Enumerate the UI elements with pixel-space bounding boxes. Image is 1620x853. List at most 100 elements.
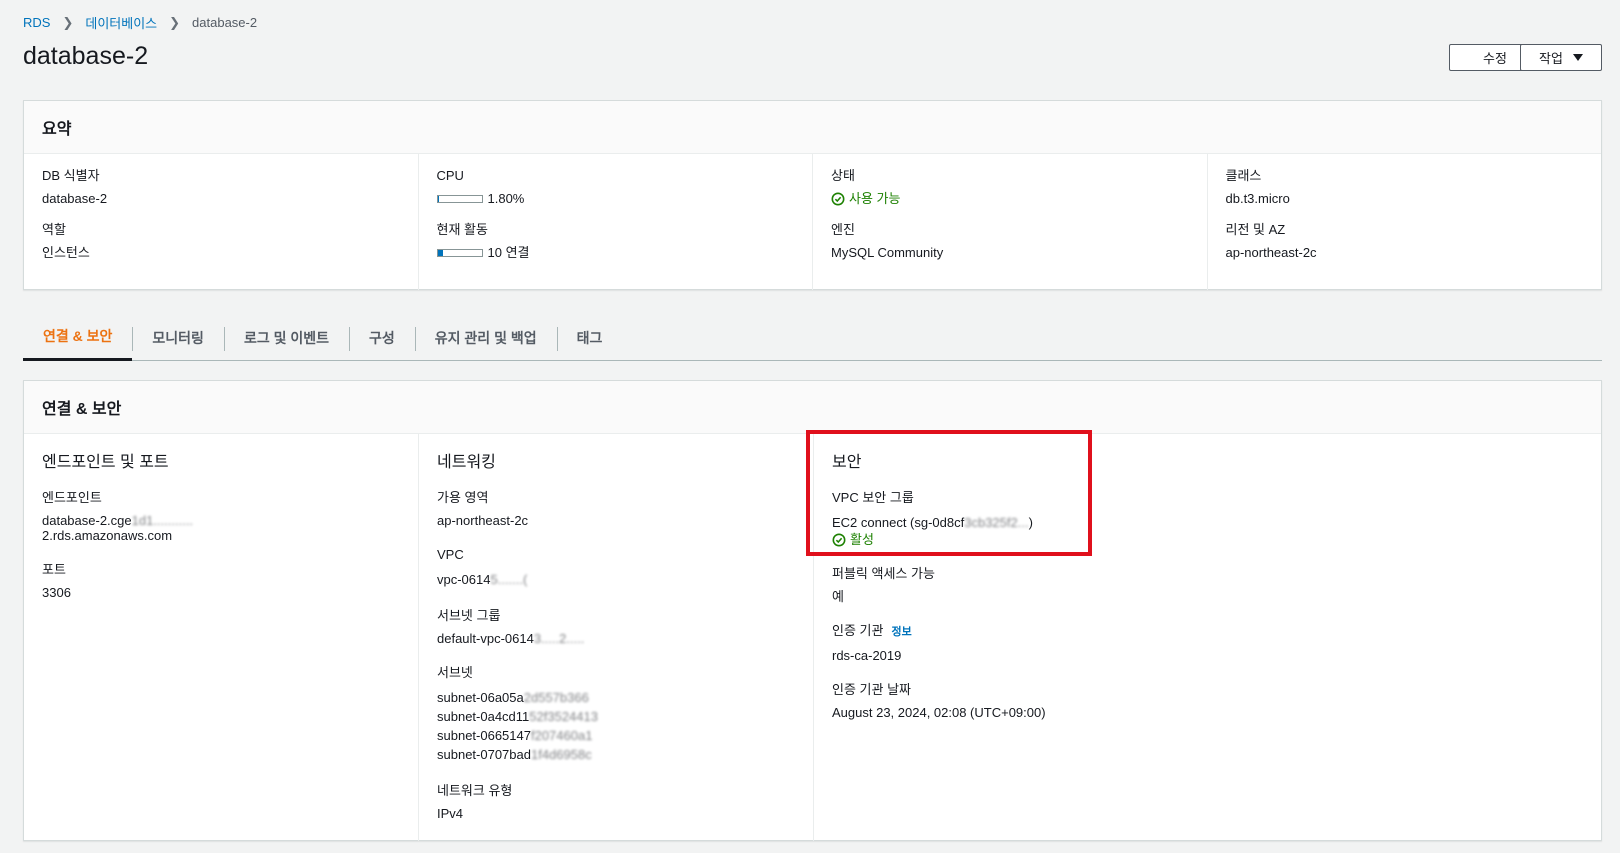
az-label: 가용 영역 bbox=[437, 490, 489, 505]
network-type-value: IPv4 bbox=[437, 806, 464, 821]
summary-column-class: 클래스 db.t3.micro 리전 및 AZ ap-northeast-2c bbox=[1208, 154, 1602, 290]
security-section-title: 보안 bbox=[832, 454, 862, 471]
check-circle-icon bbox=[832, 533, 846, 546]
endpoint-section-title: 엔드포인트 및 포트 bbox=[42, 454, 169, 471]
network-type-label: 네트워크 유형 bbox=[437, 783, 513, 798]
summary-column-status: 상태 사용 가능 엔진 MySQL Community bbox=[813, 154, 1208, 290]
ca-date-value: August 23, 2024, 02:08 (UTC+09:00) bbox=[832, 705, 1046, 720]
subnet-obscured: 1f4d6958c bbox=[530, 747, 592, 762]
subnet-obscured: 2d557b366 bbox=[523, 690, 589, 705]
security-group-close: ) bbox=[1028, 515, 1033, 530]
breadcrumb-rds-link[interactable]: RDS bbox=[23, 15, 50, 30]
ca-date-label: 인증 기관 날짜 bbox=[832, 682, 911, 697]
role-value: 인스턴스 bbox=[42, 245, 90, 260]
db-identifier-label: DB 식별자 bbox=[42, 168, 100, 183]
subnet-group-label: 서브넷 그룹 bbox=[437, 608, 501, 623]
actions-dropdown-button[interactable]: 작업 bbox=[1520, 44, 1602, 71]
connectivity-header: 연결 & 보안 bbox=[24, 381, 1601, 434]
ca-label: 인증 기관 정보 bbox=[832, 623, 1583, 640]
cpu-label: CPU bbox=[436, 168, 464, 183]
subnet-link[interactable]: subnet-06a05a2d557b366 bbox=[437, 688, 795, 707]
subnet-id: subnet-0707bad bbox=[437, 747, 531, 762]
tab-configuration[interactable]: 구성 bbox=[349, 315, 415, 361]
security-column: 보안 VPC 보안 그룹 EC2 connect (sg-0d8cf3cb325… bbox=[814, 434, 1601, 841]
ca-info-link[interactable]: 정보 bbox=[891, 626, 911, 638]
security-group-obscured: 3cb325f2... bbox=[964, 515, 1029, 530]
vpc-link[interactable]: vpc-06145.......( bbox=[437, 570, 795, 589]
status-value: 사용 가능 bbox=[849, 191, 901, 206]
breadcrumb-current: database-2 bbox=[192, 15, 258, 30]
endpoint-column: 엔드포인트 및 포트 엔드포인트 database-2.cge1d1......… bbox=[24, 434, 419, 841]
engine-label: 엔진 bbox=[831, 222, 855, 237]
cpu-meter bbox=[436, 194, 483, 203]
chevron-right-icon: ❯ bbox=[169, 14, 181, 30]
db-identifier-value: database-2 bbox=[42, 191, 108, 206]
status-label: 상태 bbox=[831, 168, 855, 183]
cpu-value: 1.80% bbox=[487, 191, 525, 206]
activity-label: 현재 활동 bbox=[436, 222, 488, 237]
class-label: 클래스 bbox=[1225, 168, 1262, 183]
status-badge: 사용 가능 bbox=[831, 191, 1189, 206]
class-value: db.t3.micro bbox=[1225, 191, 1290, 206]
networking-column: 네트워킹 가용 영역 ap-northeast-2c VPC vpc-06145… bbox=[419, 434, 814, 841]
tab-connectivity-security[interactable]: 연결 & 보안 bbox=[23, 315, 133, 361]
vpc-security-group-link[interactable]: EC2 connect (sg-0d8cf3cb325f2...) bbox=[832, 513, 1583, 532]
breadcrumb: RDS ❯ 데이터베이스 ❯ database-2 bbox=[23, 13, 257, 32]
security-group-name: EC2 connect (sg-0d8cf bbox=[832, 515, 965, 530]
subnet-link[interactable]: subnet-0a4cd1152f3524413 bbox=[437, 707, 795, 726]
activity-meter bbox=[436, 248, 483, 257]
role-label: 역할 bbox=[42, 222, 66, 237]
subnet-obscured: f207460a1 bbox=[530, 728, 593, 743]
summary-column-identifier: DB 식별자 database-2 역할 인스턴스 bbox=[24, 154, 419, 290]
ca-value: rds-ca-2019 bbox=[832, 648, 902, 663]
public-access-label: 퍼블릭 액세스 가능 bbox=[832, 566, 935, 581]
subnets-label: 서브넷 bbox=[437, 665, 473, 680]
detail-tabs: 연결 & 보안 모니터링 로그 및 이벤트 구성 유지 관리 및 백업 태그 bbox=[23, 315, 1602, 361]
endpoint-line2: 2.rds.amazonaws.com bbox=[42, 528, 173, 543]
caret-down-icon bbox=[1572, 54, 1583, 61]
ca-label-text: 인증 기관 bbox=[832, 623, 884, 638]
chevron-right-icon: ❯ bbox=[62, 14, 74, 30]
tab-logs-events[interactable]: 로그 및 이벤트 bbox=[223, 315, 349, 361]
public-access-value: 예 bbox=[832, 589, 844, 604]
page-title: database-2 bbox=[23, 42, 149, 70]
subnet-link[interactable]: subnet-0665147f207460a1 bbox=[437, 726, 795, 745]
tab-maintenance-backup[interactable]: 유지 관리 및 백업 bbox=[414, 315, 557, 361]
breadcrumb-databases-link[interactable]: 데이터베이스 bbox=[85, 13, 157, 32]
summary-header: 요약 bbox=[24, 101, 1601, 154]
az-value: ap-northeast-2c bbox=[437, 513, 529, 528]
endpoint-obscured: 1d1........... bbox=[131, 513, 194, 528]
connectivity-panel: 연결 & 보안 엔드포인트 및 포트 엔드포인트 database-2.cge1… bbox=[23, 380, 1602, 841]
vpc-obscured: 5.......( bbox=[490, 572, 528, 587]
engine-value: MySQL Community bbox=[831, 245, 944, 260]
subnet-link[interactable]: subnet-0707bad1f4d6958c bbox=[437, 745, 795, 764]
vpc-label: VPC bbox=[437, 547, 464, 562]
actions-label: 작업 bbox=[1539, 51, 1563, 66]
summary-column-cpu: CPU 1.80% 현재 활동 10 연결 bbox=[419, 154, 813, 290]
activity-value: 10 연결 bbox=[487, 245, 530, 260]
subnet-group-obscured: 3.....2..... bbox=[533, 631, 585, 646]
vpc-id: vpc-0614 bbox=[437, 572, 491, 587]
tab-monitoring[interactable]: 모니터링 bbox=[132, 315, 224, 361]
endpoint-value: database-2.cge1d1........... 2.rds.amazo… bbox=[42, 513, 400, 543]
subnet-obscured: 52f3524413 bbox=[529, 709, 598, 724]
endpoint-label: 엔드포인트 bbox=[42, 490, 102, 505]
cpu-meter-fill bbox=[437, 195, 439, 202]
region-label: 리전 및 AZ bbox=[1225, 222, 1286, 237]
subnet-group-value: default-vpc-06143.....2..... bbox=[437, 631, 795, 646]
port-label: 포트 bbox=[42, 562, 66, 577]
summary-panel: 요약 DB 식별자 database-2 역할 인스턴스 CPU 1.80% 현… bbox=[23, 100, 1602, 290]
region-value: ap-northeast-2c bbox=[1225, 245, 1317, 260]
activity-meter-fill bbox=[437, 249, 443, 256]
check-circle-icon bbox=[831, 192, 845, 205]
subnet-id: subnet-0a4cd11 bbox=[437, 709, 530, 724]
security-group-status-text: 활성 bbox=[850, 532, 874, 547]
networking-section-title: 네트워킹 bbox=[437, 454, 496, 471]
subnet-id: subnet-06a05a bbox=[437, 690, 524, 705]
vpc-security-group-label: VPC 보안 그룹 bbox=[832, 490, 914, 505]
tab-tags[interactable]: 태그 bbox=[556, 315, 623, 361]
endpoint-line1: database-2.cge bbox=[42, 513, 132, 528]
subnet-group-id: default-vpc-0614 bbox=[437, 631, 534, 646]
subnet-id: subnet-0665147 bbox=[437, 728, 531, 743]
port-value: 3306 bbox=[42, 585, 71, 600]
